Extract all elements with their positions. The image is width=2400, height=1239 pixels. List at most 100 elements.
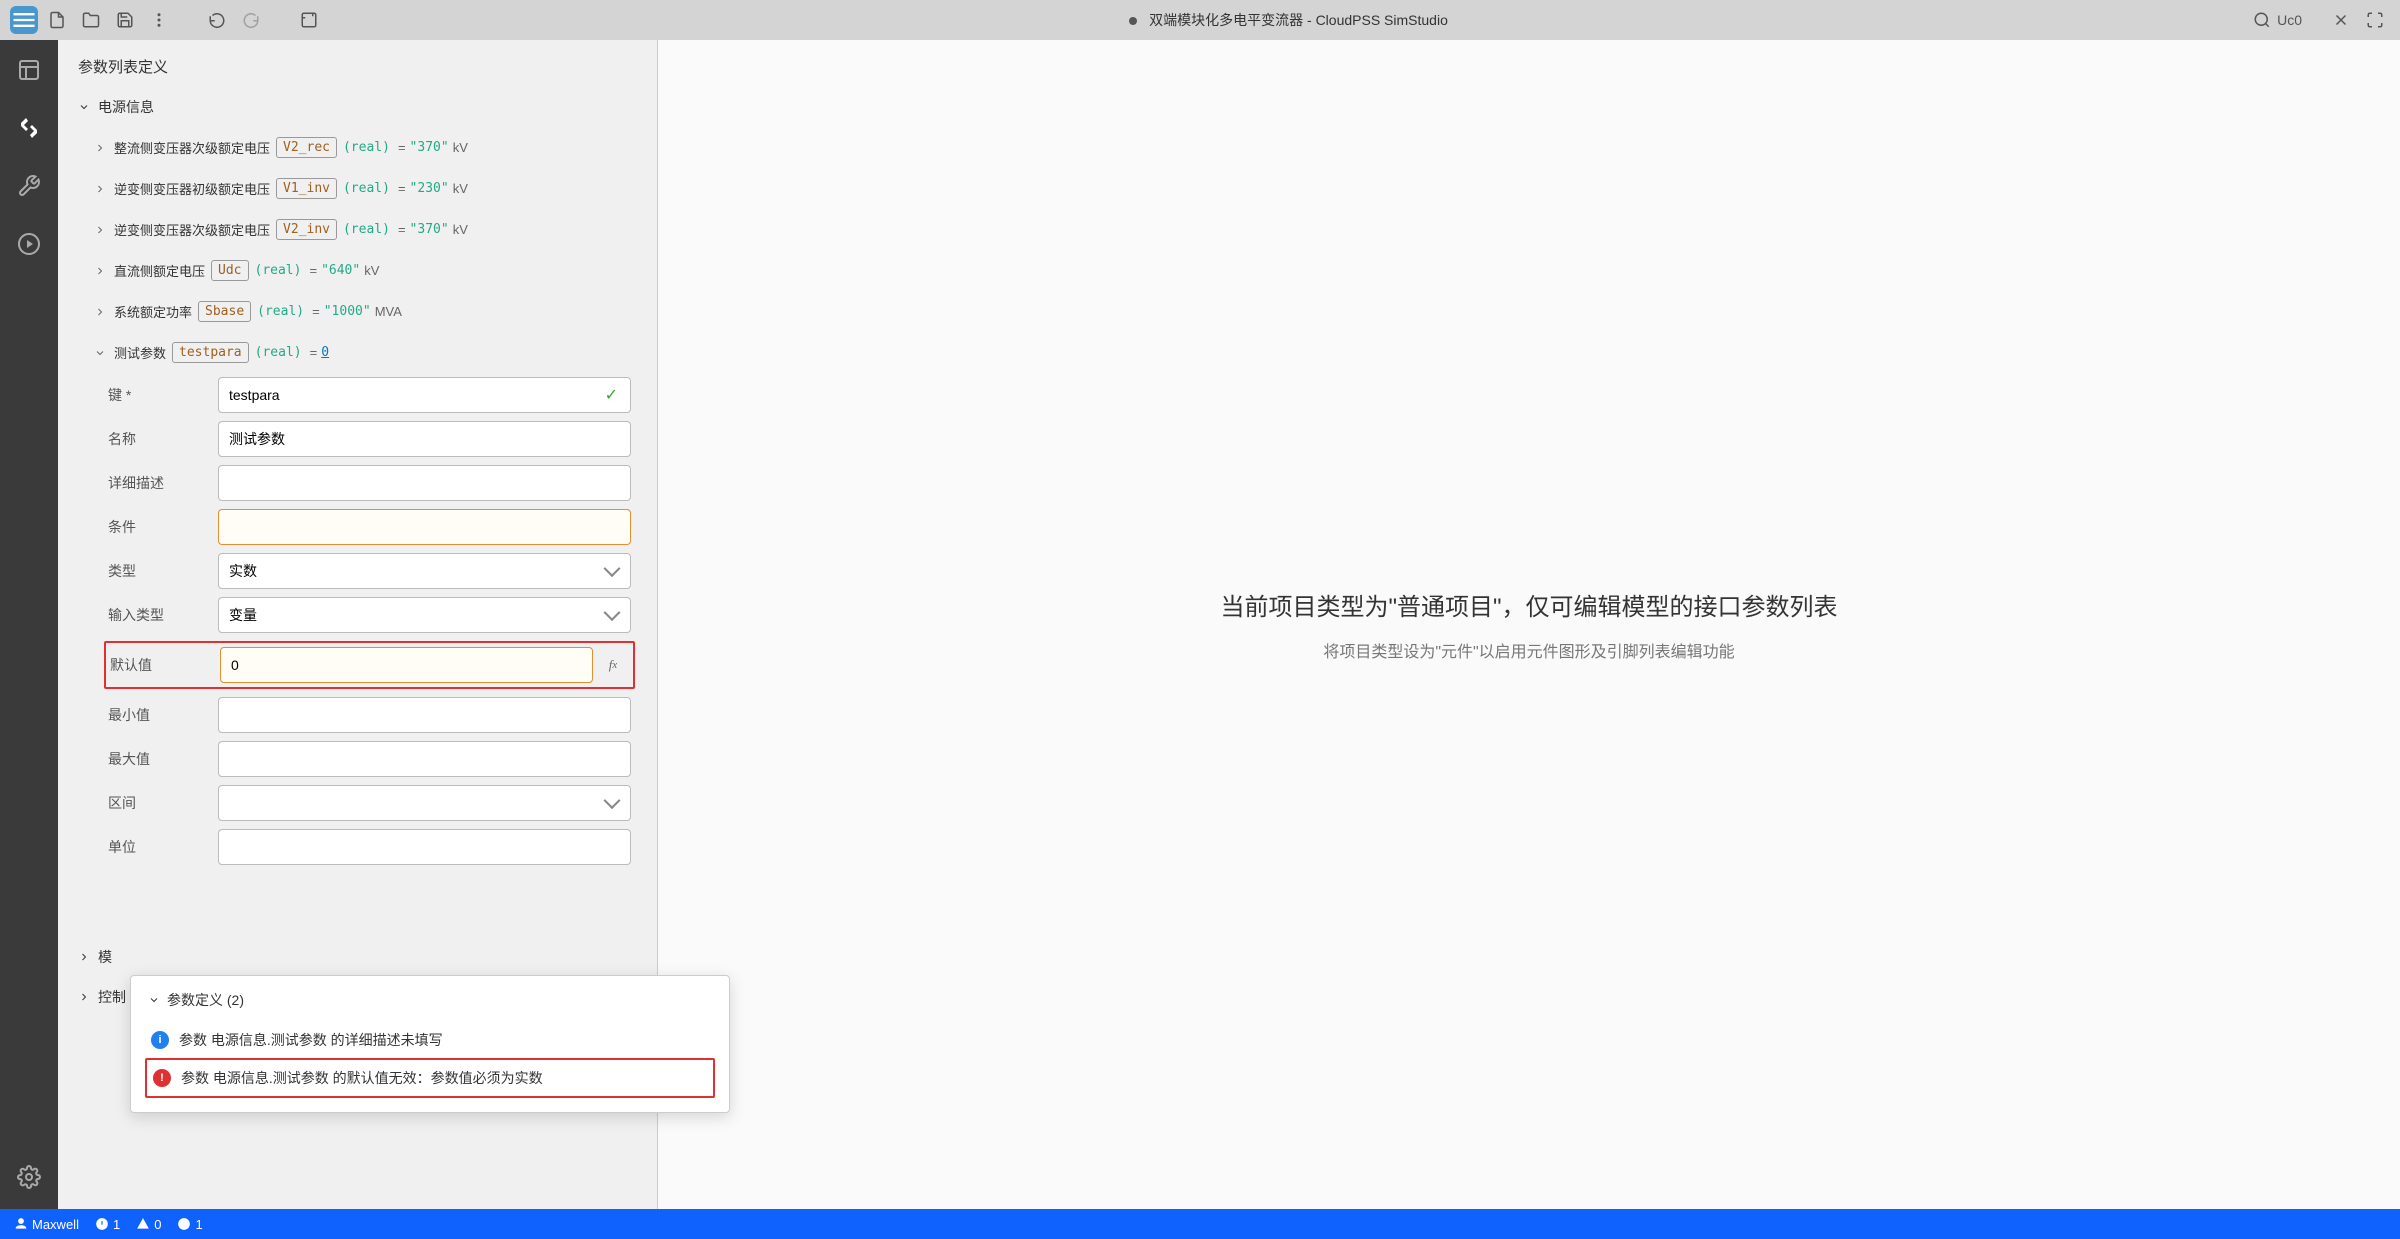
chevron-down-icon <box>92 347 108 359</box>
param-row[interactable]: 整流侧变压器次级额定电压 V2_rec (real) = "370" kV <box>68 127 647 168</box>
param-key: V1_inv <box>276 178 337 199</box>
param-row[interactable]: 系统额定功率 Sbase (real) = "1000" MVA <box>68 291 647 332</box>
cond-input[interactable] <box>218 509 631 545</box>
status-user-name: Maxwell <box>32 1217 79 1232</box>
validation-item-error-highlighted[interactable]: ! 参数 电源信息.测试参数 的默认值无效：参数值必须为实数 <box>145 1058 715 1098</box>
group-label: 控制 <box>98 987 126 1007</box>
param-unit: kV <box>453 181 468 196</box>
chevron-right-icon <box>92 224 108 236</box>
form-label: 输入类型 <box>108 605 218 625</box>
param-form: 键 * testpara✓ 名称 测试参数 详细描述 条件 类型 实数 <box>68 373 647 877</box>
activity-tools-icon[interactable] <box>9 166 49 206</box>
param-label: 系统额定功率 <box>114 302 192 321</box>
param-eq: = <box>309 263 317 278</box>
param-label: 逆变侧变压器次级额定电压 <box>114 220 270 239</box>
activity-run-icon[interactable] <box>9 224 49 264</box>
group-collapsed-1[interactable]: 模 <box>68 937 647 977</box>
min-input[interactable] <box>218 697 631 733</box>
form-label: 条件 <box>108 517 218 537</box>
param-key: Udc <box>211 260 248 281</box>
group-label: 模 <box>98 947 112 967</box>
param-value: "640" <box>321 263 360 278</box>
validation-item-info[interactable]: i 参数 电源信息.测试参数 的详细描述未填写 <box>145 1022 715 1058</box>
chevron-right-icon <box>92 265 108 277</box>
validation-header[interactable]: 参数定义 (2) <box>145 990 715 1010</box>
activity-interface-icon[interactable] <box>9 108 49 148</box>
form-label: 名称 <box>108 429 218 449</box>
screenshot-icon[interactable] <box>294 5 324 35</box>
param-eq: = <box>398 222 406 237</box>
form-row-name: 名称 测试参数 <box>108 421 631 457</box>
search-icon <box>2253 11 2271 29</box>
canvas-area: 当前项目类型为"普通项目"，仅可编辑模型的接口参数列表 将项目类型设为"元件"以… <box>658 40 2400 1209</box>
input-value: 测试参数 <box>229 429 285 449</box>
new-file-icon[interactable] <box>42 5 72 35</box>
max-input[interactable] <box>218 741 631 777</box>
group-power-header[interactable]: 电源信息 <box>68 87 647 127</box>
save-icon[interactable] <box>110 5 140 35</box>
chevron-down-icon <box>145 994 163 1006</box>
param-type: (real) <box>343 140 390 155</box>
input-value: 0 <box>231 657 239 673</box>
fx-button[interactable]: fx <box>597 647 629 683</box>
param-type: (real) <box>255 263 302 278</box>
param-row[interactable]: 逆变侧变压器初级额定电压 V1_inv (real) = "230" kV <box>68 168 647 209</box>
type-select[interactable]: 实数 <box>218 553 631 589</box>
param-unit: kV <box>453 222 468 237</box>
status-errors[interactable]: 1 <box>95 1217 120 1232</box>
form-row-cond: 条件 <box>108 509 631 545</box>
form-row-key: 键 * testpara✓ <box>108 377 631 413</box>
undo-icon[interactable] <box>202 5 232 35</box>
range-select[interactable] <box>218 785 631 821</box>
chevron-right-icon <box>92 183 108 195</box>
side-panel-title: 参数列表定义 <box>58 40 657 87</box>
chevron-down-icon <box>76 101 92 113</box>
form-row-unit: 单位 <box>108 829 631 865</box>
user-icon <box>14 1217 28 1231</box>
input-value: testpara <box>229 387 280 403</box>
param-row-expanded[interactable]: 测试参数 testpara (real) = 0 <box>68 332 647 373</box>
close-search-icon[interactable] <box>2326 5 2356 35</box>
input-value: 变量 <box>229 605 257 625</box>
param-row[interactable]: 直流侧额定电压 Udc (real) = "640" kV <box>68 250 647 291</box>
more-icon[interactable] <box>144 5 174 35</box>
default-input[interactable]: 0 <box>220 647 593 683</box>
search-text: Uc0 <box>2277 12 2302 28</box>
error-icon <box>95 1217 109 1231</box>
param-key: testpara <box>172 342 249 363</box>
input-type-select[interactable]: 变量 <box>218 597 631 633</box>
open-folder-icon[interactable] <box>76 5 106 35</box>
unit-input[interactable] <box>218 829 631 865</box>
param-row[interactable]: 逆变侧变压器次级额定电压 V2_inv (real) = "370" kV <box>68 209 647 250</box>
status-warn-count: 0 <box>154 1217 161 1232</box>
status-info[interactable]: 1 <box>177 1217 202 1232</box>
form-row-desc: 详细描述 <box>108 465 631 501</box>
chevron-right-icon <box>92 306 108 318</box>
warning-icon <box>136 1217 150 1231</box>
search-area[interactable]: Uc0 <box>2253 11 2302 29</box>
status-warnings[interactable]: 0 <box>136 1217 161 1232</box>
param-value: "230" <box>410 181 449 196</box>
name-input[interactable]: 测试参数 <box>218 421 631 457</box>
fullscreen-icon[interactable] <box>2360 5 2390 35</box>
param-label: 测试参数 <box>114 343 166 362</box>
window-title: 双端模块化多电平变流器 - CloudPSS SimStudio <box>328 10 2249 30</box>
param-value: "1000" <box>324 304 371 319</box>
redo-icon[interactable] <box>236 5 266 35</box>
param-type: (real) <box>343 222 390 237</box>
param-value-link[interactable]: 0 <box>321 345 329 360</box>
activity-overview-icon[interactable] <box>9 50 49 90</box>
form-row-type: 类型 实数 <box>108 553 631 589</box>
param-unit: MVA <box>375 304 402 319</box>
activity-settings-icon[interactable] <box>9 1157 49 1197</box>
key-input[interactable]: testpara ✓ <box>218 377 631 413</box>
desc-input[interactable] <box>218 465 631 501</box>
status-user[interactable]: Maxwell <box>14 1217 79 1232</box>
param-eq: = <box>398 140 406 155</box>
form-label: 默认值 <box>110 655 220 675</box>
param-label: 整流侧变压器次级额定电压 <box>114 138 270 157</box>
canvas-message-primary: 当前项目类型为"普通项目"，仅可编辑模型的接口参数列表 <box>1220 587 1837 622</box>
param-eq: = <box>312 304 320 319</box>
status-info-count: 1 <box>195 1217 202 1232</box>
check-icon: ✓ <box>605 385 618 405</box>
